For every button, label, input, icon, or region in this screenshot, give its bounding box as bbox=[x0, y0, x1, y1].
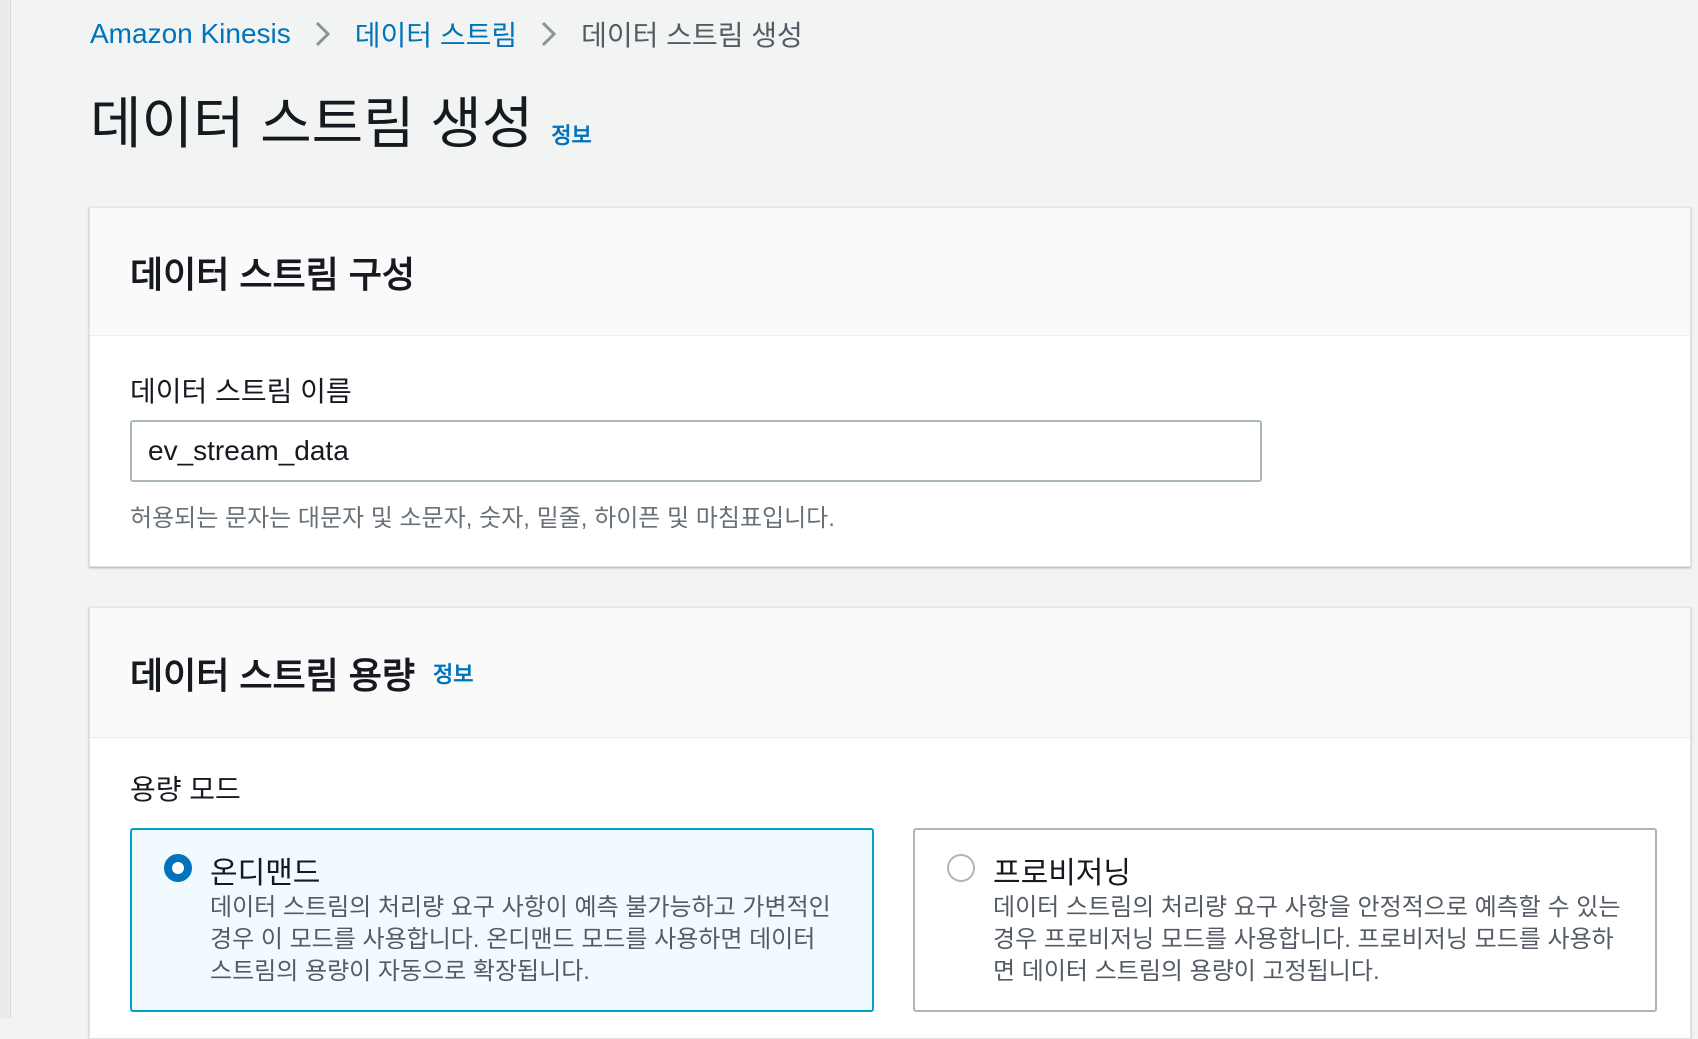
radio-unselected-icon[interactable] bbox=[947, 854, 975, 882]
breadcrumb: Amazon Kinesis 데이터 스트림 데이터 스트림 생성 bbox=[90, 14, 803, 54]
breadcrumb-amazon-kinesis[interactable]: Amazon Kinesis bbox=[90, 18, 291, 50]
chevron-right-icon bbox=[539, 14, 559, 54]
breadcrumb-data-streams[interactable]: 데이터 스트림 bbox=[355, 14, 517, 54]
chevron-right-icon bbox=[313, 14, 333, 54]
capacity-info-link[interactable]: 정보 bbox=[433, 657, 473, 689]
stream-capacity-panel: 데이터 스트림 용량 정보 용량 모드 온디맨드 데이터 스트림의 처리량 요구… bbox=[89, 607, 1691, 1039]
provisioned-description: 데이터 스트림의 처리량 요구 사항을 안정적으로 예측할 수 있는 경우 프로… bbox=[993, 894, 1621, 985]
on-demand-description: 데이터 스트림의 처리량 요구 사항이 예측 불가능하고 가변적인 경우 이 모… bbox=[210, 894, 831, 985]
stream-name-input[interactable] bbox=[130, 420, 1262, 482]
provisioned-title: 프로비저닝 bbox=[993, 857, 1131, 890]
panel-header: 데이터 스트림 용량 정보 bbox=[90, 608, 1690, 738]
panel-heading: 데이터 스트림 용량 bbox=[130, 654, 415, 696]
capacity-mode-provisioned-tile[interactable]: 프로비저닝 데이터 스트림의 처리량 요구 사항을 안정적으로 예측할 수 있는… bbox=[913, 828, 1657, 1012]
stream-name-hint: 허용되는 문자는 대문자 및 소문자, 숫자, 밑줄, 하이픈 및 마침표입니다… bbox=[130, 505, 835, 532]
on-demand-title: 온디맨드 bbox=[210, 857, 321, 890]
breadcrumb-current-page: 데이터 스트림 생성 bbox=[581, 20, 803, 51]
page-header: 데이터 스트림 생성 정보 bbox=[90, 90, 592, 157]
page-title: 데이터 스트림 생성 bbox=[90, 92, 534, 155]
left-navigation-rail bbox=[0, 0, 11, 1018]
stream-name-label: 데이터 스트림 이름 bbox=[130, 376, 352, 407]
panel-header: 데이터 스트림 구성 bbox=[90, 208, 1690, 336]
page-info-link[interactable]: 정보 bbox=[551, 118, 591, 150]
radio-selected-icon[interactable] bbox=[164, 854, 192, 882]
panel-heading: 데이터 스트림 구성 bbox=[130, 253, 415, 295]
capacity-mode-label: 용량 모드 bbox=[130, 774, 241, 805]
capacity-mode-on-demand-tile[interactable]: 온디맨드 데이터 스트림의 처리량 요구 사항이 예측 불가능하고 가변적인 경… bbox=[130, 828, 874, 1012]
stream-config-panel: 데이터 스트림 구성 데이터 스트림 이름 허용되는 문자는 대문자 및 소문자… bbox=[89, 207, 1691, 567]
